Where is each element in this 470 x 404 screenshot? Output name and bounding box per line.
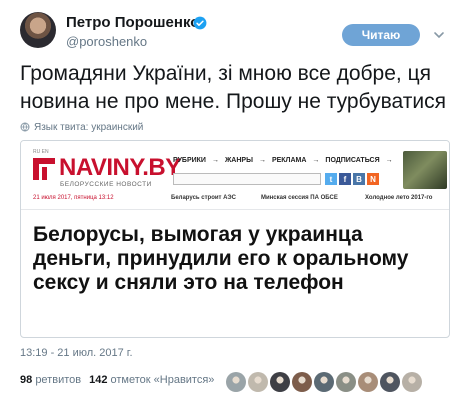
liker-avatar[interactable] bbox=[248, 372, 268, 392]
link-card[interactable]: RU EN NAVINY.BY БЕЛОРУССКИЕ НОВОСТИ РУБР… bbox=[20, 140, 450, 338]
language-switch: RU EN bbox=[33, 149, 49, 155]
liker-avatar[interactable] bbox=[402, 372, 422, 392]
tweet-text: Громадяни України, зі мною все добре, ця… bbox=[20, 62, 446, 113]
author-name[interactable]: Петро Порошенко bbox=[66, 14, 199, 31]
liker-avatar[interactable] bbox=[270, 372, 290, 392]
top-headline: Беларусь строит АЭС bbox=[171, 195, 236, 201]
retweets-stat[interactable]: 98 ретвитов bbox=[20, 374, 81, 386]
likes-label: отметок «Нравится» bbox=[110, 374, 215, 386]
top-headline: Холодное лето 2017-го bbox=[365, 195, 433, 201]
tweet-stats: 98 ретвитов 142 отметок «Нравится» bbox=[20, 374, 214, 386]
site-logo-subtitle: БЕЛОРУССКИЕ НОВОСТИ bbox=[60, 181, 152, 188]
top-headline: Минская сессия ПА ОБСЕ bbox=[261, 195, 338, 201]
liker-avatar[interactable] bbox=[380, 372, 400, 392]
likes-stat[interactable]: 142 отметок «Нравится» bbox=[89, 374, 214, 386]
facebook-icon: f bbox=[339, 173, 351, 185]
chevron-down-icon[interactable] bbox=[432, 28, 446, 42]
likers-row bbox=[226, 372, 422, 392]
naviny-logo-icon bbox=[33, 158, 55, 180]
site-nav: РУБРИКИ → ЖАНРЫ → РЕКЛАМА → ПОДПИСАТЬСЯ … bbox=[173, 157, 393, 164]
twitter-icon: t bbox=[325, 173, 337, 185]
liker-avatar[interactable] bbox=[314, 372, 334, 392]
language-note: Язык твита: украинский bbox=[20, 120, 143, 134]
rss-icon: N bbox=[367, 173, 379, 185]
site-search-box bbox=[173, 173, 321, 185]
nav-item-subscribe: ПОДПИСАТЬСЯ bbox=[325, 157, 380, 164]
vk-icon: B bbox=[353, 173, 365, 185]
liker-avatar[interactable] bbox=[226, 372, 246, 392]
liker-avatar[interactable] bbox=[336, 372, 356, 392]
liker-avatar[interactable] bbox=[292, 372, 312, 392]
globe-icon bbox=[20, 122, 30, 132]
nav-item-genres: ЖАНРЫ bbox=[224, 157, 253, 164]
tweet-timestamp[interactable]: 13:19 - 21 июл. 2017 г. bbox=[20, 347, 133, 359]
likes-count: 142 bbox=[89, 374, 108, 386]
nav-arrow: → bbox=[258, 157, 266, 164]
nav-arrow: → bbox=[211, 157, 219, 164]
follow-button[interactable]: Читаю bbox=[342, 24, 420, 46]
retweets-count: 98 bbox=[20, 374, 33, 386]
site-logo-text: NAVINY.BY bbox=[59, 154, 181, 181]
nav-arrow: → bbox=[385, 157, 393, 164]
nav-arrow: → bbox=[312, 157, 320, 164]
language-note-text[interactable]: Язык твита: украинский bbox=[34, 122, 143, 133]
card-image: RU EN NAVINY.BY БЕЛОРУССКИЕ НОВОСТИ РУБР… bbox=[21, 141, 449, 210]
verified-badge-icon bbox=[193, 16, 207, 30]
nav-item-ads: РЕКЛАМА bbox=[271, 157, 307, 164]
site-header-photo bbox=[403, 151, 447, 189]
author-handle[interactable]: @poroshenko bbox=[66, 34, 147, 49]
author-avatar[interactable] bbox=[20, 12, 56, 48]
card-headline[interactable]: Белорусы, вымогая у украинца деньги, при… bbox=[33, 223, 443, 295]
liker-avatar[interactable] bbox=[358, 372, 378, 392]
site-date: 21 июля 2017, пятница 13:12 bbox=[33, 195, 114, 201]
retweets-label: ретвитов bbox=[35, 374, 82, 386]
nav-item-rubrics: РУБРИКИ bbox=[173, 157, 206, 164]
